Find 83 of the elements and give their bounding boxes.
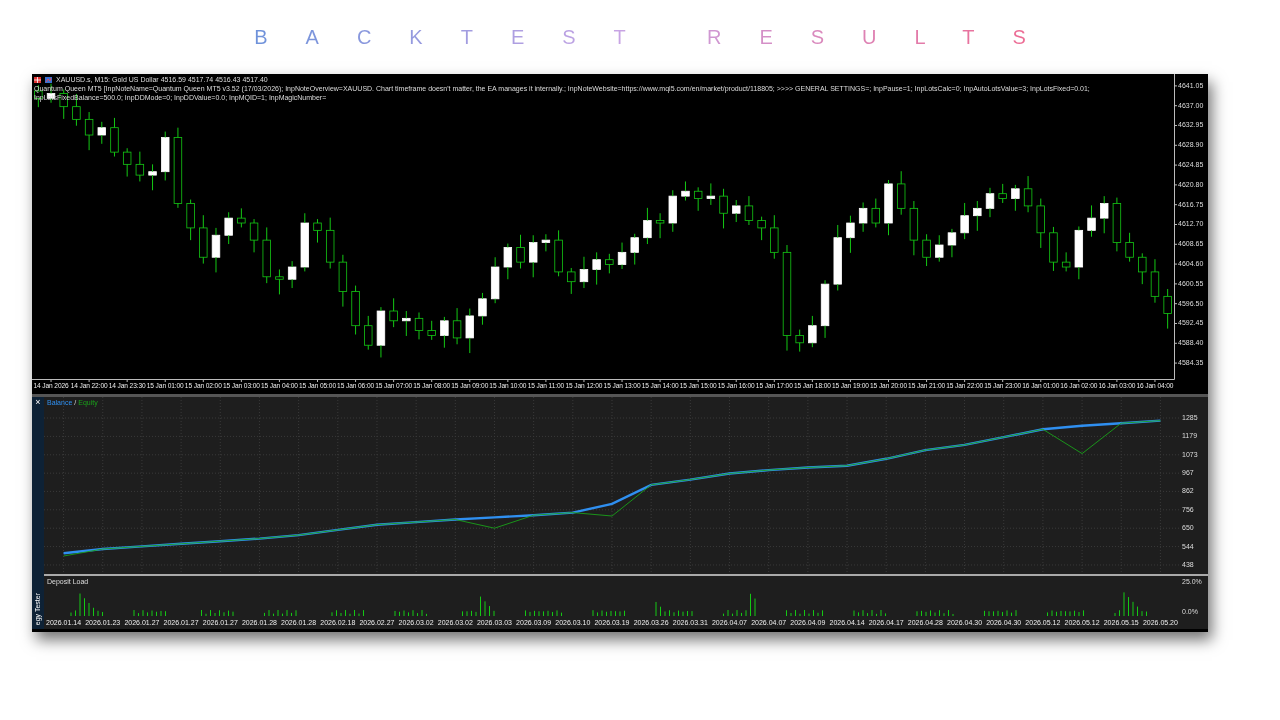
candlestick <box>389 297 398 328</box>
candlestick <box>325 217 335 269</box>
candlestick <box>757 216 766 241</box>
candlestick <box>1100 195 1109 234</box>
candlestick <box>338 254 348 308</box>
candlestick <box>110 117 119 158</box>
candlestick <box>1125 232 1134 263</box>
candlestick <box>414 311 424 340</box>
candlestick <box>376 306 386 358</box>
candlestick <box>922 233 931 267</box>
candlestick <box>1036 198 1045 249</box>
candlestick <box>1150 258 1160 304</box>
candlestick <box>249 218 259 253</box>
candlestick <box>211 227 221 273</box>
candlestick <box>846 215 855 254</box>
candlestick <box>300 212 310 272</box>
candlestick <box>858 201 868 233</box>
candlestick <box>706 182 716 206</box>
candlestick <box>465 308 474 354</box>
candlestick <box>1138 252 1147 285</box>
candlestick <box>579 256 589 289</box>
candlestick <box>998 183 1007 204</box>
candlestick <box>516 234 525 269</box>
candlestick <box>808 315 817 348</box>
candlestick <box>935 234 944 263</box>
candlestick <box>668 189 677 233</box>
candlestick <box>655 212 665 239</box>
candlestick <box>427 320 436 341</box>
candlestick <box>833 224 842 291</box>
candlestick <box>275 268 284 295</box>
candlestick <box>1011 184 1020 212</box>
candlestick <box>287 260 297 289</box>
candlestick <box>224 211 233 245</box>
candlestick <box>884 179 893 236</box>
candlestick <box>440 316 449 349</box>
candlestick <box>973 200 982 232</box>
candlestick <box>529 234 538 278</box>
candlestick <box>1023 175 1033 213</box>
candlestick <box>1163 288 1172 330</box>
candlestick <box>681 180 690 202</box>
candlestick <box>693 186 703 212</box>
candlestick <box>820 279 830 339</box>
grid-icon[interactable] <box>34 76 41 83</box>
candlestick <box>1061 251 1071 272</box>
candlestick <box>871 198 881 228</box>
candlestick <box>630 233 639 266</box>
candlestick <box>122 147 132 178</box>
candlestick <box>135 151 145 182</box>
candlestick <box>744 195 754 226</box>
candlestick <box>237 207 246 228</box>
close-button[interactable]: × <box>35 397 41 407</box>
candlestick <box>1087 204 1096 238</box>
candlestick <box>719 188 728 229</box>
candlestick <box>732 199 741 223</box>
candlestick <box>490 256 500 304</box>
candlestick <box>782 244 792 352</box>
candlestick <box>1049 226 1058 272</box>
candlestick <box>148 163 157 191</box>
candlestick <box>262 226 271 284</box>
candlestick <box>452 307 462 345</box>
chart-window-icon[interactable] <box>45 76 52 83</box>
candlestick <box>909 200 919 256</box>
candlestick <box>173 127 183 209</box>
candlestick <box>84 111 94 151</box>
candlestick <box>364 315 373 351</box>
candlestick <box>947 228 957 258</box>
candlestick <box>97 121 106 145</box>
candlestick <box>617 242 627 270</box>
candlestick <box>592 251 601 286</box>
candlestick <box>313 218 322 244</box>
candlestick <box>770 214 779 260</box>
candlestick <box>541 233 551 252</box>
candlestick <box>896 170 906 216</box>
candlestick <box>402 310 411 337</box>
candlestick <box>643 207 652 245</box>
candlestick <box>567 267 576 295</box>
candlestick <box>1074 225 1084 280</box>
candlestick <box>199 214 208 265</box>
candlestick <box>985 187 995 218</box>
candlestick <box>1112 197 1122 252</box>
candlestick <box>554 229 563 277</box>
candlestick <box>960 202 969 240</box>
candlestick <box>478 292 487 326</box>
